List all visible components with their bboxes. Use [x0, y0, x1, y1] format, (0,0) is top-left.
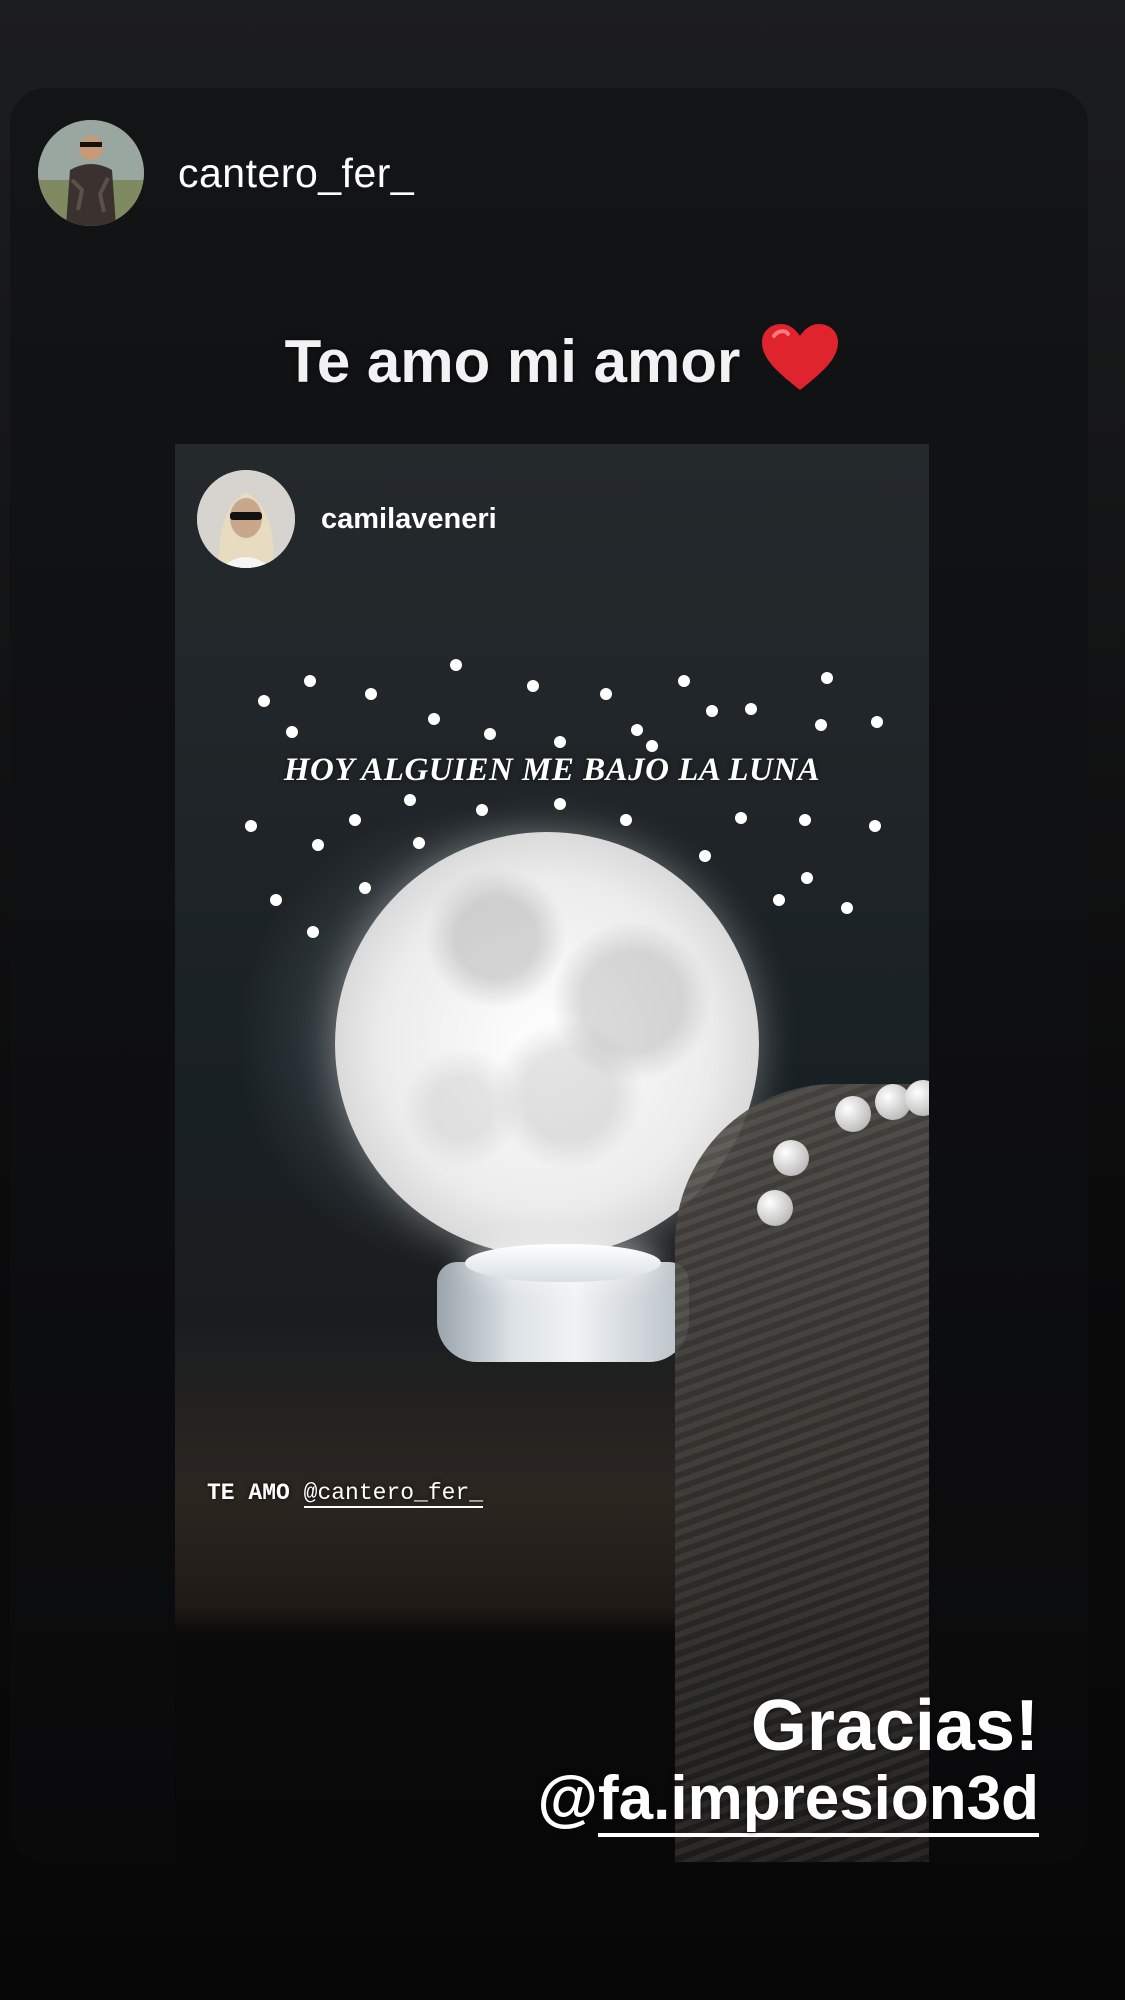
- story-header: cantero_fer_: [38, 120, 414, 226]
- thanks-text: Gracias!: [750, 1686, 1039, 1766]
- shared-mention: TE AMO @cantero_fer_: [207, 1480, 484, 1508]
- shared-headline: HOY ALGUIEN ME BAJO LA LUNA: [283, 752, 821, 788]
- avatar-photo: [38, 120, 144, 226]
- red-heart-icon: [762, 324, 839, 390]
- shared-username[interactable]: camilaveneri: [321, 503, 497, 536]
- caption-text: Te amo mi amor: [284, 328, 741, 395]
- shared-post-header: camilaveneri: [197, 470, 497, 568]
- shared-mention-prefix: TE AMO: [207, 1480, 290, 1506]
- avatar[interactable]: [38, 120, 144, 226]
- shared-post[interactable]: camilaveneri HOY ALGUIEN ME BAJO LA LUNA…: [175, 444, 929, 1862]
- thanks-mention-at: @: [537, 1764, 598, 1833]
- story-username[interactable]: cantero_fer_: [178, 150, 414, 197]
- thanks-mention-handle[interactable]: fa.impresion3d: [598, 1764, 1039, 1837]
- shared-avatar[interactable]: [197, 470, 295, 568]
- star-dots: [245, 659, 883, 938]
- shared-mention-handle[interactable]: @cantero_fer_: [303, 1480, 484, 1508]
- thanks-mention: @fa.impresion3d: [538, 1764, 1039, 1837]
- story-caption: Te amo mi amor: [0, 322, 1125, 396]
- shared-avatar-photo: [197, 470, 295, 568]
